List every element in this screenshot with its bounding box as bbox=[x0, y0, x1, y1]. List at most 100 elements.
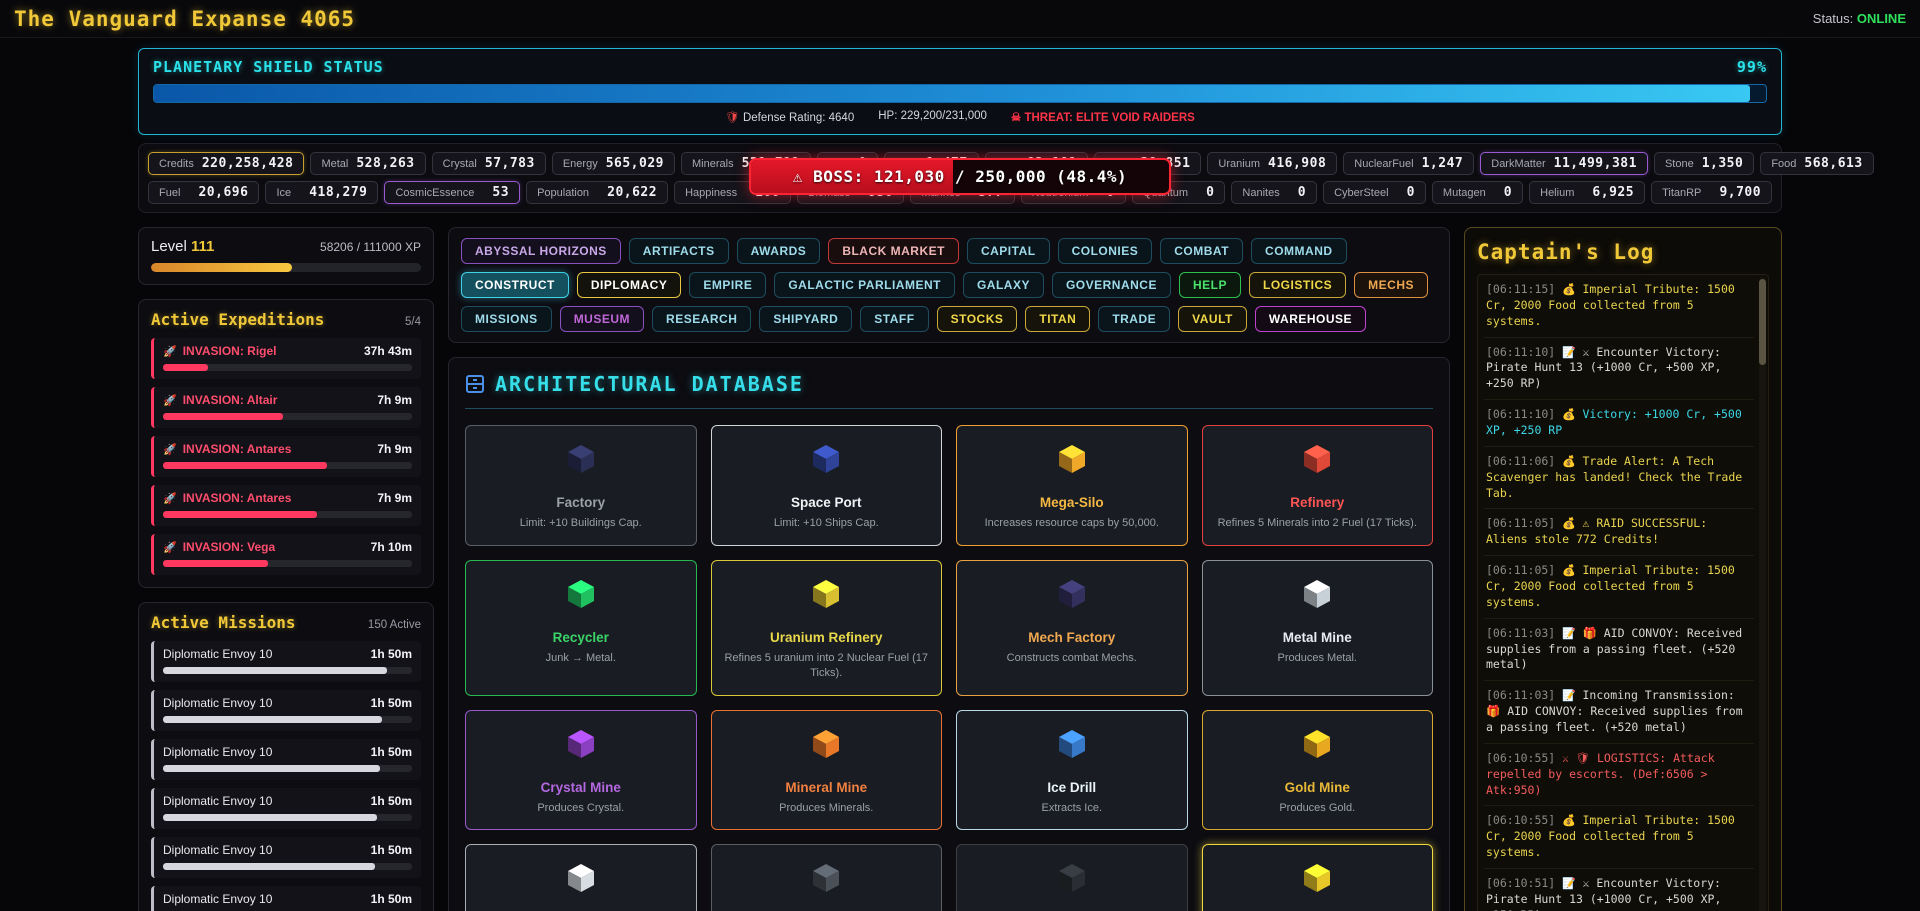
right-sidebar: Captain's Log [06:11:15] 💰 Imperial Trib… bbox=[1464, 227, 1782, 911]
tab-missions[interactable]: MISSIONS bbox=[461, 306, 552, 332]
tab-mechs[interactable]: MECHS bbox=[1354, 272, 1428, 298]
building-card-coal-mine[interactable]: Coal MineProduces Coal. bbox=[956, 844, 1188, 911]
tab-trade[interactable]: TRADE bbox=[1098, 306, 1170, 332]
building-description: Constructs combat Mechs. bbox=[967, 651, 1177, 666]
tab-combat[interactable]: COMBAT bbox=[1160, 238, 1243, 264]
building-description: Junk → Metal. bbox=[476, 651, 686, 666]
mission-item[interactable]: Diplomatic Envoy 101h 50m bbox=[151, 739, 421, 780]
resource-nuclearfuel[interactable]: NuclearFuel1,247 bbox=[1343, 152, 1474, 175]
building-card-recycler[interactable]: Recycler Junk → Metal. bbox=[465, 560, 697, 696]
log-scrollbar-thumb[interactable] bbox=[1759, 279, 1766, 365]
building-card-silver-mine[interactable]: Silver MineProduces Silver. bbox=[465, 844, 697, 911]
mission-item[interactable]: Diplomatic Envoy 101h 50m bbox=[151, 788, 421, 829]
tab-galaxy[interactable]: GALAXY bbox=[963, 272, 1044, 298]
resource-mutagen[interactable]: Mutagen0 bbox=[1432, 181, 1523, 204]
resource-value: 1,350 bbox=[1702, 156, 1744, 171]
tab-shipyard[interactable]: SHIPYARD bbox=[759, 306, 852, 332]
tab-abyssal-horizons[interactable]: ABYSSAL HORIZONS bbox=[461, 238, 621, 264]
building-card-stone-mine[interactable]: Stone MineProduces Stone. bbox=[711, 844, 943, 911]
resource-credits[interactable]: Credits220,258,428 bbox=[148, 152, 304, 175]
building-name: Refinery bbox=[1213, 495, 1423, 510]
building-cube-icon bbox=[722, 442, 932, 481]
building-card-mineral-mine[interactable]: Mineral MineProduces Minerals. bbox=[711, 710, 943, 831]
mission-item[interactable]: Diplomatic Envoy 101h 50m bbox=[151, 837, 421, 878]
tab-stocks[interactable]: STOCKS bbox=[937, 306, 1018, 332]
building-card-uranium-refinery[interactable]: Uranium RefineryRefines 5 uranium into 2… bbox=[711, 560, 943, 696]
building-card-crystal-mine[interactable]: Crystal MineProduces Crystal. bbox=[465, 710, 697, 831]
mission-item[interactable]: Diplomatic Envoy 101h 50m bbox=[151, 690, 421, 731]
exp-progressbar bbox=[163, 413, 412, 420]
log-timestamp: [06:11:15] bbox=[1486, 282, 1562, 296]
resource-label: DarkMatter bbox=[1491, 158, 1545, 170]
resource-helium[interactable]: Helium6,925 bbox=[1529, 181, 1645, 204]
log-entry-icon: 💰 bbox=[1562, 283, 1582, 296]
tab-help[interactable]: HELP bbox=[1179, 272, 1241, 298]
tab-logistics[interactable]: LOGISTICS bbox=[1249, 272, 1346, 298]
resource-energy[interactable]: Energy565,029 bbox=[552, 152, 675, 175]
resource-label: Metal bbox=[321, 158, 348, 170]
building-card-ice-drill[interactable]: Ice DrillExtracts Ice. bbox=[956, 710, 1188, 831]
log-timestamp: [06:11:10] bbox=[1486, 407, 1562, 421]
building-card-metal-mine[interactable]: Metal MineProduces Metal. bbox=[1202, 560, 1434, 696]
tab-museum[interactable]: MUSEUM bbox=[560, 306, 644, 332]
tab-awards[interactable]: AWARDS bbox=[737, 238, 821, 264]
building-card-mega-silo[interactable]: Mega-SiloIncreases resource caps by 50,0… bbox=[956, 425, 1188, 546]
resource-population[interactable]: Population20,622 bbox=[526, 181, 668, 204]
mission-item[interactable]: Diplomatic Envoy 101h 50m bbox=[151, 886, 421, 911]
resource-food[interactable]: Food568,613 bbox=[1760, 152, 1873, 175]
resource-label: Crystal bbox=[443, 158, 477, 170]
expedition-item[interactable]: 🚀INVASION: Antares7h 9m bbox=[151, 436, 421, 477]
resource-uranium[interactable]: Uranium416,908 bbox=[1207, 152, 1337, 175]
building-card-mech-factory[interactable]: Mech FactoryConstructs combat Mechs. bbox=[956, 560, 1188, 696]
resource-nanites[interactable]: Nanites0 bbox=[1231, 181, 1317, 204]
building-card-space-port[interactable]: Space PortLimit: +10 Ships Cap. bbox=[711, 425, 943, 546]
resource-value: 418,279 bbox=[309, 185, 367, 200]
resource-cosmicessence[interactable]: CosmicEssence53 bbox=[384, 181, 520, 204]
tab-construct[interactable]: CONSTRUCT bbox=[461, 272, 569, 298]
log-timestamp: [06:11:03] bbox=[1486, 688, 1562, 702]
threat-readout: ☠ THREAT: ELITE VOID RAIDERS bbox=[1011, 110, 1195, 124]
resource-stone[interactable]: Stone1,350 bbox=[1654, 152, 1754, 175]
expedition-item[interactable]: 🚀INVASION: Vega7h 10m bbox=[151, 534, 421, 575]
tab-command[interactable]: COMMAND bbox=[1251, 238, 1347, 264]
resource-darkmatter[interactable]: DarkMatter11,499,381 bbox=[1480, 152, 1648, 175]
shield-progressbar bbox=[153, 84, 1767, 103]
tab-vault[interactable]: VAULT bbox=[1178, 306, 1247, 332]
tab-titan[interactable]: TITAN bbox=[1025, 306, 1090, 332]
captains-log-panel: Captain's Log [06:11:15] 💰 Imperial Trib… bbox=[1464, 227, 1782, 911]
tab-galactic-parliament[interactable]: GALACTIC PARLIAMENT bbox=[774, 272, 955, 298]
building-card-gold-mine[interactable]: Gold MineProduces Gold. bbox=[1202, 710, 1434, 831]
captains-log-title: Captain's Log bbox=[1477, 240, 1769, 264]
tab-artifacts[interactable]: ARTIFACTS bbox=[629, 238, 729, 264]
building-card-factory[interactable]: Factory Limit: +10 Buildings Cap. bbox=[465, 425, 697, 546]
resource-crystal[interactable]: Crystal57,783 bbox=[432, 152, 546, 175]
building-description: Limit: +10 Buildings Cap. bbox=[476, 516, 686, 531]
building-card-refinery[interactable]: RefineryRefines 5 Minerals into 2 Fuel (… bbox=[1202, 425, 1434, 546]
resource-label: Minerals bbox=[692, 158, 734, 170]
shield-title: PLANETARY SHIELD STATUS bbox=[153, 58, 384, 76]
tab-research[interactable]: RESEARCH bbox=[652, 306, 751, 332]
tab-empire[interactable]: EMPIRE bbox=[689, 272, 766, 298]
resource-label: Fuel bbox=[159, 187, 180, 199]
tab-staff[interactable]: STAFF bbox=[860, 306, 928, 332]
tab-capital[interactable]: CAPITAL bbox=[967, 238, 1050, 264]
mission-item[interactable]: Diplomatic Envoy 101h 50m bbox=[151, 641, 421, 682]
tab-diplomacy[interactable]: DIPLOMACY bbox=[577, 272, 682, 298]
resource-cybersteel[interactable]: CyberSteel0 bbox=[1323, 181, 1426, 204]
building-name: Recycler bbox=[476, 630, 686, 645]
building-name: Factory bbox=[476, 495, 686, 510]
tab-colonies[interactable]: COLONIES bbox=[1058, 238, 1153, 264]
resource-ice[interactable]: Ice418,279 bbox=[265, 181, 378, 204]
tab-governance[interactable]: GOVERNANCE bbox=[1052, 272, 1171, 298]
building-cube-icon bbox=[967, 577, 1177, 616]
tab-warehouse[interactable]: WAREHOUSE bbox=[1255, 306, 1366, 332]
expedition-item[interactable]: 🚀INVASION: Rigel37h 43m bbox=[151, 338, 421, 379]
resource-metal[interactable]: Metal528,263 bbox=[310, 152, 425, 175]
resource-titanrp[interactable]: TitanRP9,700 bbox=[1651, 181, 1772, 204]
tab-black-market[interactable]: BLACK MARKET bbox=[828, 238, 959, 264]
log-scrollbar-track[interactable] bbox=[1759, 277, 1766, 911]
building-card-uranium-mine[interactable]: Uranium MineProduces Uranium Ore. bbox=[1202, 844, 1434, 911]
resource-fuel[interactable]: Fuel20,696 bbox=[148, 181, 259, 204]
expedition-item[interactable]: 🚀INVASION: Altair7h 9m bbox=[151, 387, 421, 428]
expedition-item[interactable]: 🚀INVASION: Antares7h 9m bbox=[151, 485, 421, 526]
